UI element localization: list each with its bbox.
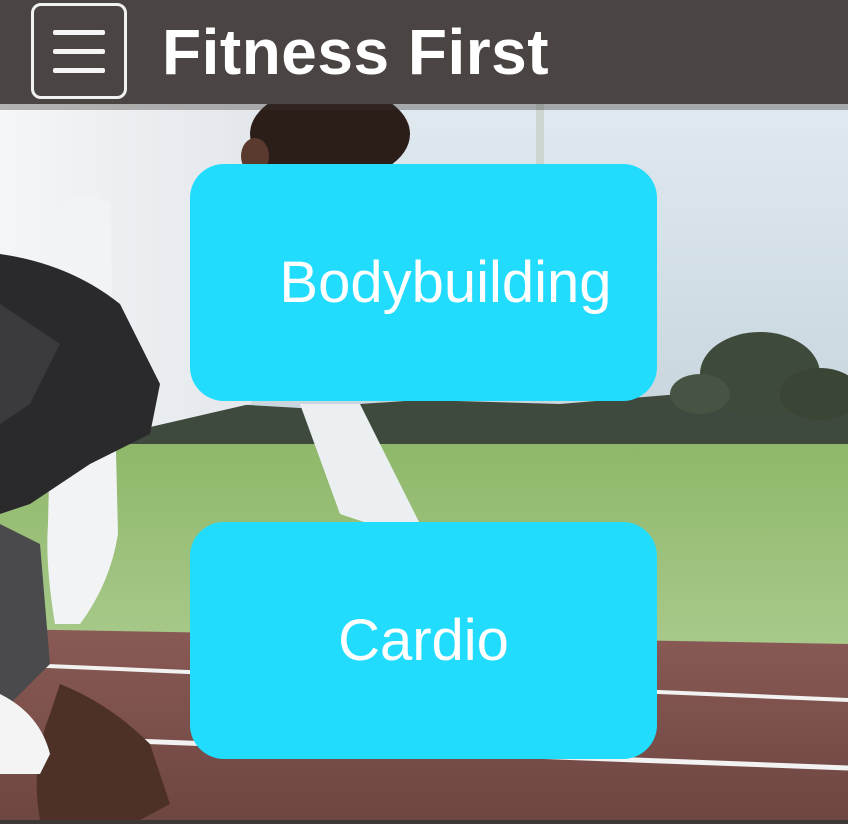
bodybuilding-label: Bodybuilding (279, 250, 612, 315)
cardio-label: Cardio (338, 608, 509, 673)
app-title: Fitness First (162, 16, 550, 88)
menu-bar-line (53, 68, 105, 73)
bodybuilding-button[interactable]: Bodybuilding (190, 164, 657, 401)
app-header: Fitness First (0, 0, 848, 104)
menu-bar-line (53, 49, 105, 54)
app-screen: Fitness First Bodybuilding Cardio (0, 0, 848, 824)
menu-bar-line (53, 30, 105, 35)
cardio-button[interactable]: Cardio (190, 522, 657, 759)
hamburger-menu-icon[interactable] (31, 3, 127, 99)
bottom-edge (0, 820, 848, 824)
